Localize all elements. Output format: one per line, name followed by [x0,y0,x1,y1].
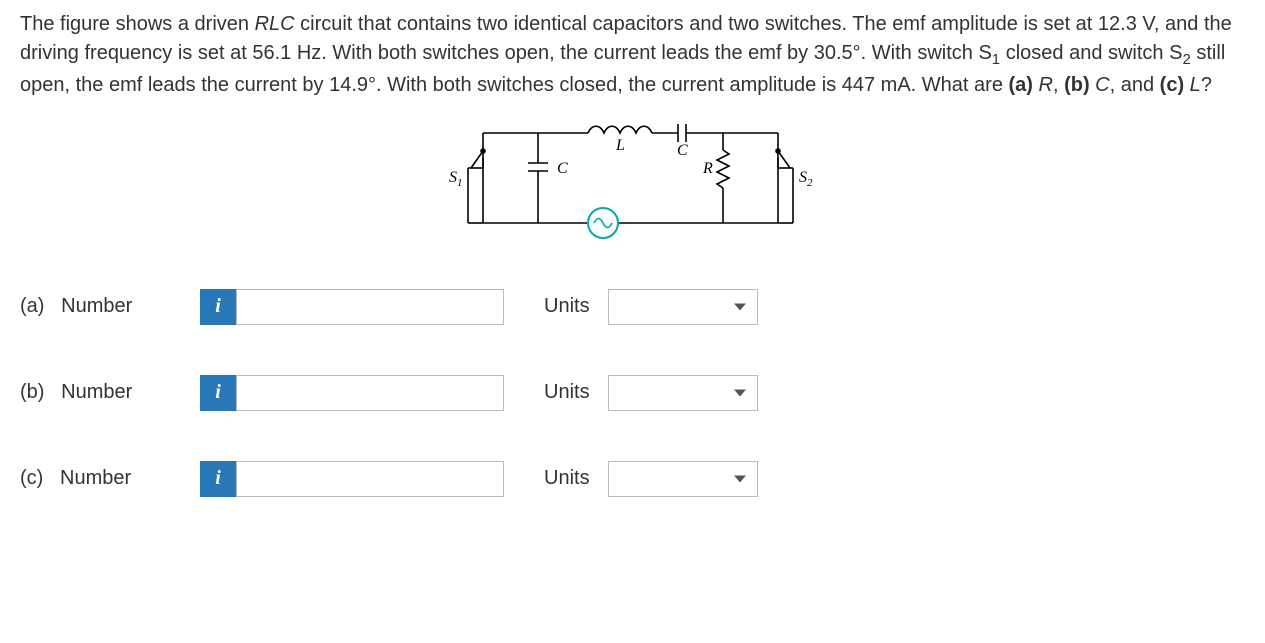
q-s2sub: 2 [1182,51,1190,68]
part-letter-c: (c) [20,467,43,489]
q-a: (a) [1009,74,1033,96]
fig-r: R [702,160,713,177]
q-part3: closed and switch S [1000,42,1182,64]
part-label-c: (c) Number [20,467,200,490]
fig-s1-label: S1 [449,169,463,189]
number-input-c[interactable] [236,461,504,497]
number-label-a: Number [61,295,132,317]
units-select-wrap-a [608,289,758,325]
circuit-svg: S1 C L C R S2 [433,118,833,253]
q-rlc: RLC [255,13,295,35]
fig-c-left: C [557,160,568,177]
info-icon-a[interactable]: i [200,289,236,325]
part-label-a: (a) Number [20,295,200,318]
number-input-a[interactable] [236,289,504,325]
units-label-c: Units [544,467,590,490]
fig-l: L [615,137,625,154]
answer-row-b: (b) Number i Units [20,375,1245,411]
units-label-b: Units [544,381,590,404]
q-qmark: ? [1201,74,1212,96]
number-input-b[interactable] [236,375,504,411]
q-c: (c) [1160,74,1184,96]
units-label-a: Units [544,295,590,318]
number-label-b: Number [61,381,132,403]
q-part1: The figure shows a driven [20,13,255,35]
fig-s2-label: S2 [799,169,813,189]
q-l: L [1184,74,1201,96]
units-select-c[interactable] [608,461,758,497]
info-icon-b[interactable]: i [200,375,236,411]
q-r: R [1033,74,1053,96]
units-select-wrap-b [608,375,758,411]
answer-row-c: (c) Number i Units [20,461,1245,497]
q-s1sub: 1 [992,51,1000,68]
answer-row-a: (a) Number i Units [20,289,1245,325]
part-letter-b: (b) [20,381,44,403]
number-label-c: Number [60,467,131,489]
part-label-b: (b) Number [20,381,200,404]
answers-container: (a) Number i Units (b) Number i Units (c… [20,289,1245,497]
question-text: The figure shows a driven RLC circuit th… [20,10,1245,100]
q-b: (b) [1064,74,1090,96]
fig-c-top: C [677,142,688,159]
part-letter-a: (a) [20,295,44,317]
units-select-wrap-c [608,461,758,497]
q-comma1: , [1053,74,1064,96]
info-icon-c[interactable]: i [200,461,236,497]
units-select-a[interactable] [608,289,758,325]
q-c-italic: C [1090,74,1110,96]
q-comma2: , and [1110,74,1160,96]
circuit-figure: S1 C L C R S2 [20,118,1245,259]
units-select-b[interactable] [608,375,758,411]
